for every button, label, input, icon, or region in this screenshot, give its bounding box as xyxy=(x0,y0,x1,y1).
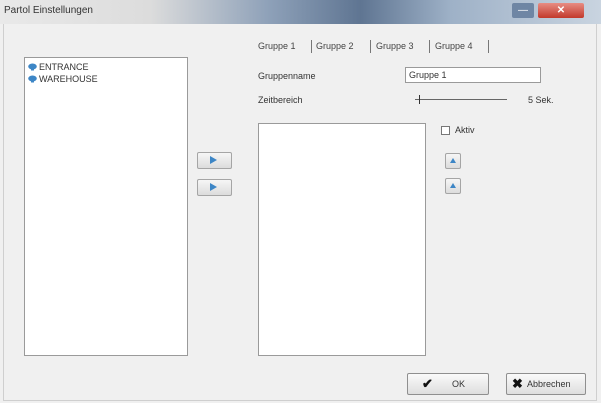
time-range-label: Zeitbereich xyxy=(258,95,303,105)
tab-gruppe-4[interactable]: Gruppe 4 xyxy=(433,40,475,53)
camera-icon xyxy=(28,63,37,71)
tab-separator xyxy=(311,40,312,53)
cancel-button[interactable]: ✖ Abbrechen xyxy=(506,373,586,395)
camera-icon xyxy=(28,75,37,83)
tab-gruppe-3[interactable]: Gruppe 3 xyxy=(374,40,416,53)
move-up-button[interactable] xyxy=(445,153,461,169)
camera-list[interactable]: ENTRANCE WAREHOUSE xyxy=(24,57,188,356)
cancel-label: Abbrechen xyxy=(527,379,571,389)
group-name-input[interactable] xyxy=(405,67,541,83)
add-camera-button[interactable] xyxy=(197,152,232,169)
arrow-up-icon xyxy=(450,158,456,163)
arrow-up-icon xyxy=(450,183,456,188)
time-range-slider[interactable] xyxy=(415,99,507,100)
active-label: Aktiv xyxy=(455,125,475,135)
arrow-right-icon xyxy=(210,183,217,191)
time-range-slider-thumb[interactable] xyxy=(419,95,420,104)
group-name-label: Gruppenname xyxy=(258,71,316,81)
camera-item-warehouse[interactable]: WAREHOUSE xyxy=(28,74,98,85)
tab-separator xyxy=(429,40,430,53)
camera-item-label: WAREHOUSE xyxy=(39,74,98,84)
tab-gruppe-2[interactable]: Gruppe 2 xyxy=(314,40,356,53)
time-range-value: 5 Sek. xyxy=(528,95,554,105)
window-title: Partol Einstellungen xyxy=(4,5,93,16)
title-bar: Partol Einstellungen — ✕ xyxy=(0,0,601,24)
tab-gruppe-1[interactable]: Gruppe 1 xyxy=(256,40,298,53)
active-checkbox[interactable] xyxy=(441,126,450,135)
x-icon: ✖ xyxy=(512,376,523,391)
move-down-button[interactable] xyxy=(445,178,461,194)
close-button[interactable]: ✕ xyxy=(538,3,584,18)
ok-button[interactable]: ✔ OK xyxy=(407,373,489,395)
tab-separator xyxy=(370,40,371,53)
minimize-button[interactable]: — xyxy=(512,3,534,18)
arrow-right-icon xyxy=(210,156,217,164)
ok-label: OK xyxy=(452,379,466,389)
tab-separator xyxy=(488,40,489,53)
remove-camera-button[interactable] xyxy=(197,179,232,196)
camera-item-entrance[interactable]: ENTRANCE xyxy=(28,62,89,73)
camera-item-label: ENTRANCE xyxy=(39,62,89,72)
group-member-list[interactable] xyxy=(258,123,426,356)
checkmark-icon: ✔ xyxy=(422,376,433,391)
